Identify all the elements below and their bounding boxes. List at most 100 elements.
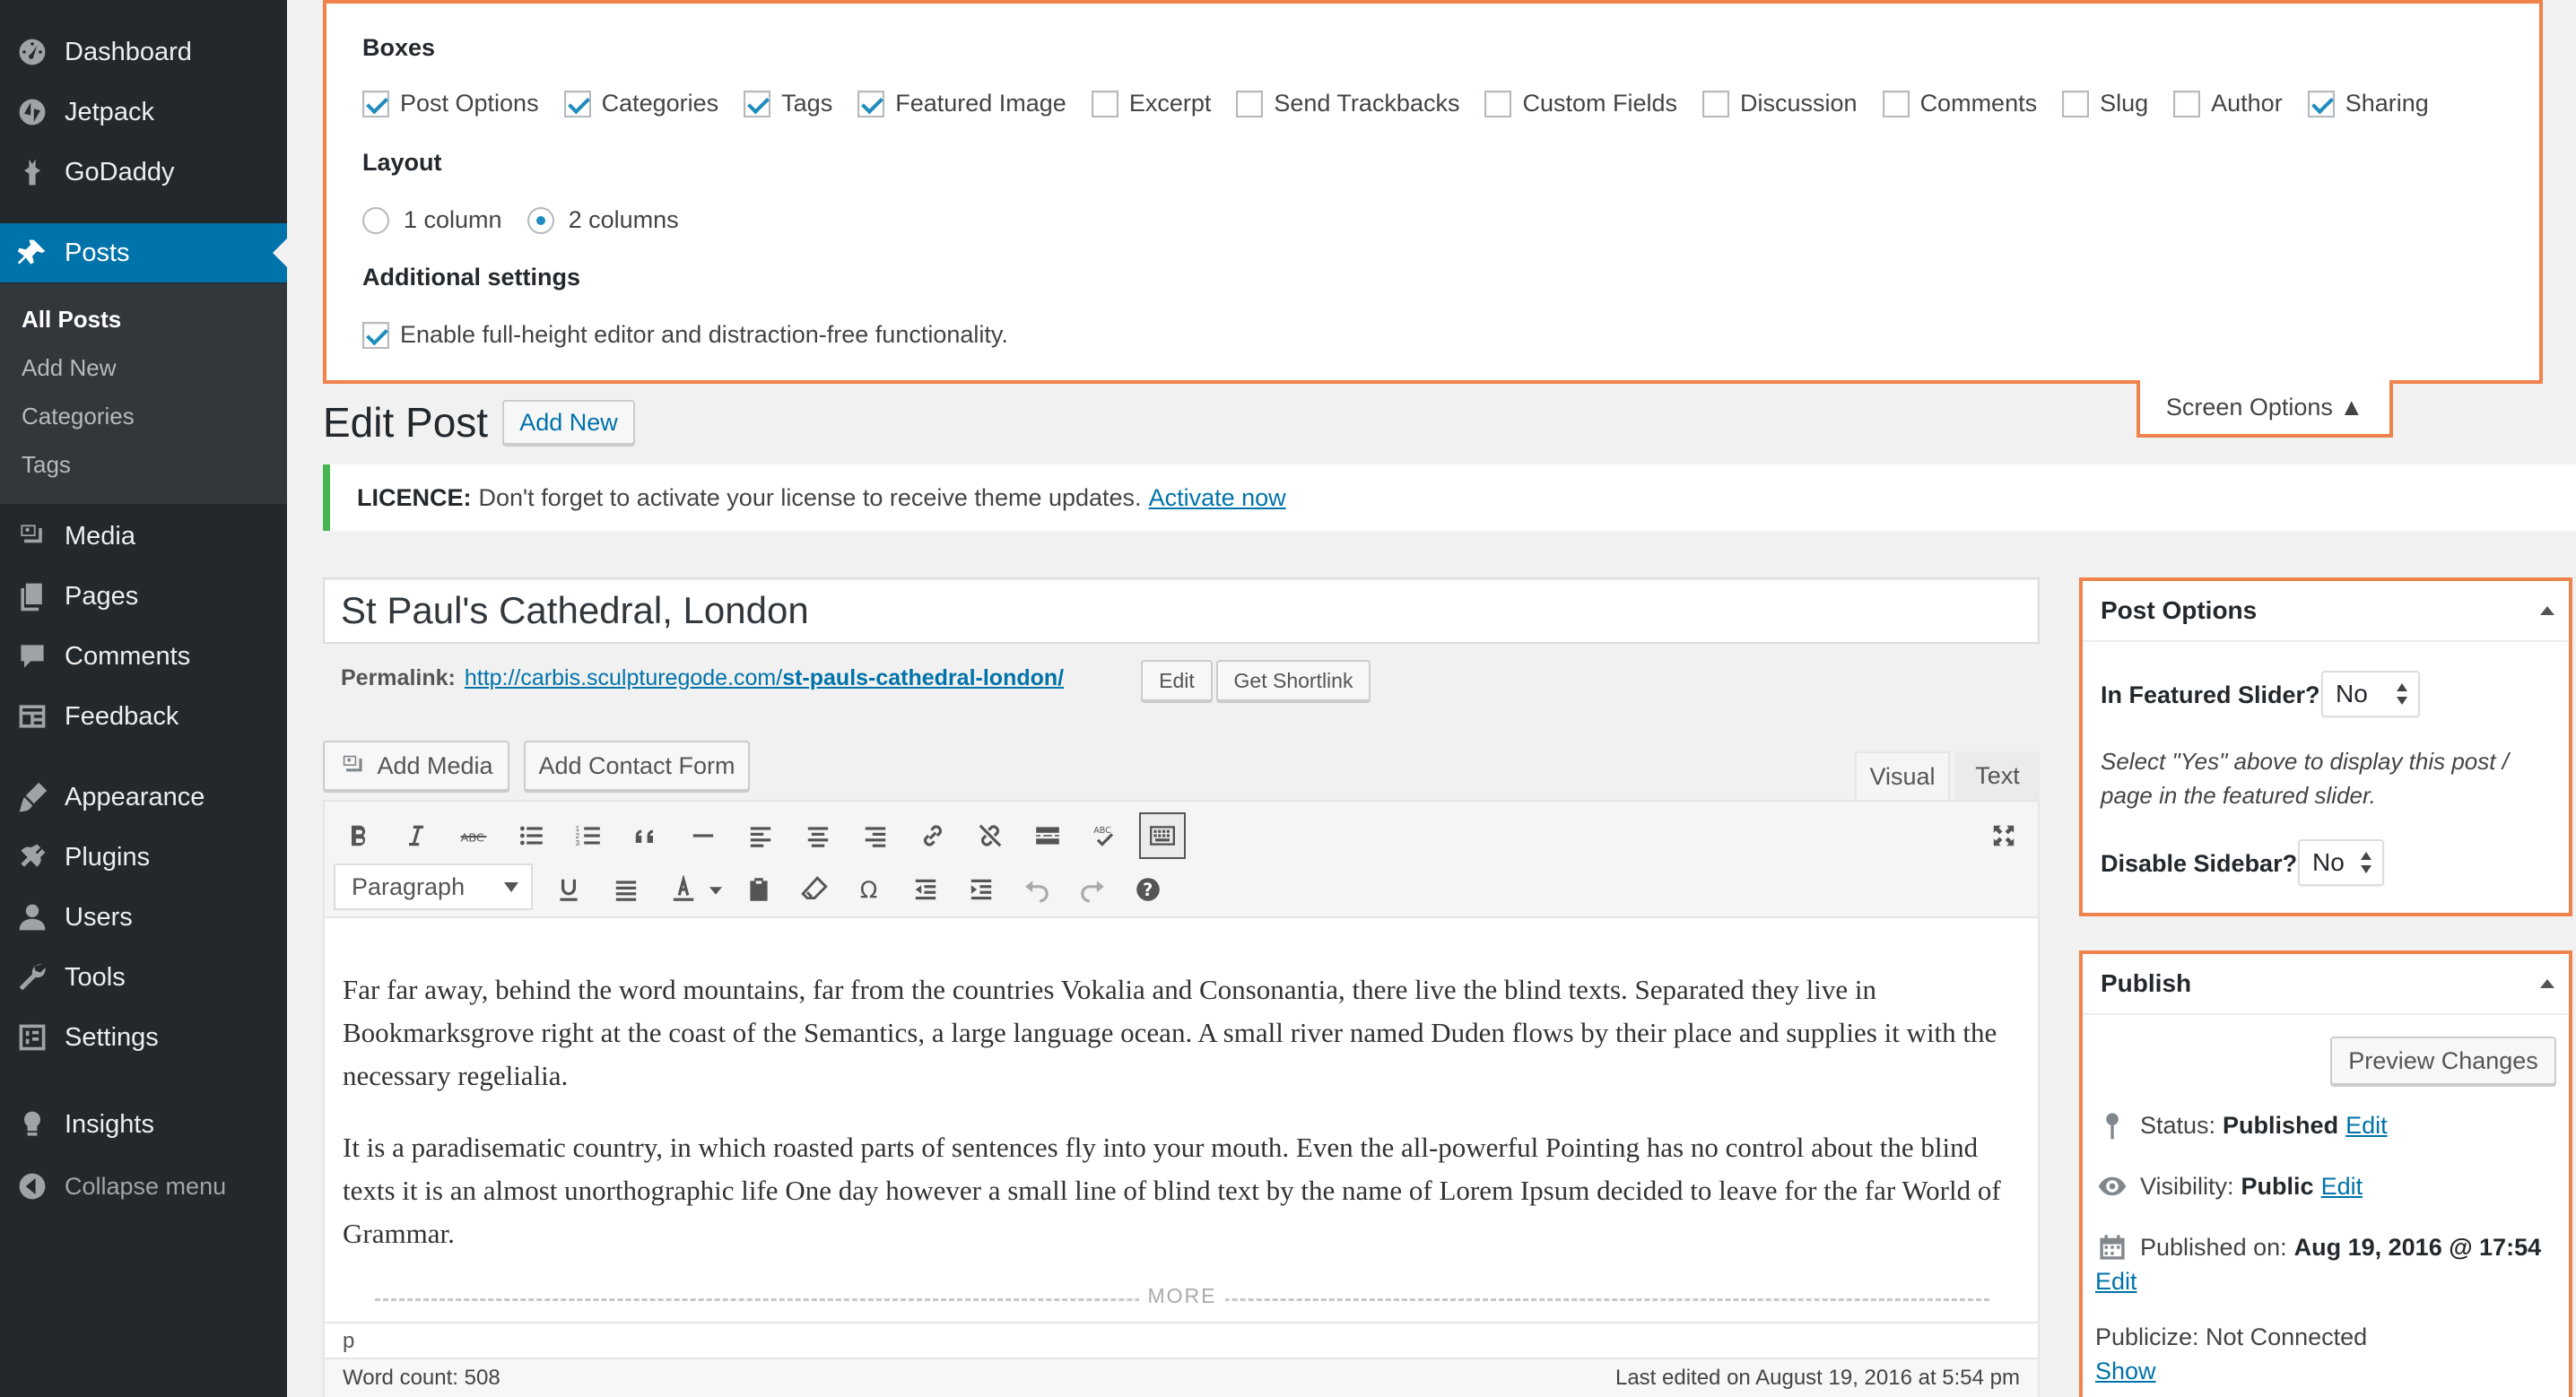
post-options-header[interactable]: Post Options <box>2083 581 2569 642</box>
featured-slider-select[interactable]: No <box>2321 671 2420 717</box>
undo-button[interactable] <box>1014 866 1060 913</box>
menu-item-posts[interactable]: Posts <box>0 223 287 282</box>
checkbox[interactable] <box>2062 90 2090 117</box>
checkbox[interactable] <box>563 90 591 117</box>
menu-item-feedback[interactable]: Feedback <box>0 687 287 746</box>
checkbox-post-options[interactable]: Post Options <box>362 90 539 117</box>
disable-sidebar-select[interactable]: No <box>2298 839 2384 886</box>
outdent-button[interactable] <box>902 866 949 913</box>
redo-button[interactable] <box>1069 866 1116 913</box>
text-color-dropdown[interactable] <box>703 866 728 913</box>
add-new-button[interactable]: Add New <box>502 400 635 445</box>
checkbox-comments[interactable]: Comments <box>1882 90 2037 117</box>
checkbox[interactable] <box>744 90 771 117</box>
checkbox-full-height-editor[interactable]: Enable full-height editor and distractio… <box>362 321 1008 349</box>
toolbar-toggle-button[interactable] <box>1139 812 1186 859</box>
radio-1-column[interactable]: 1 column <box>362 206 502 234</box>
menu-item-media[interactable]: Media <box>0 507 287 566</box>
checkbox-author[interactable]: Author <box>2173 90 2283 117</box>
menu-item-comments[interactable]: Comments <box>0 627 287 686</box>
keyboard-shortcuts-button[interactable]: ? <box>1125 866 1171 913</box>
checkbox-slug[interactable]: Slug <box>2062 90 2148 117</box>
bold-button[interactable] <box>335 812 382 859</box>
show-publicize-link[interactable]: Show <box>2095 1358 2156 1385</box>
checkbox[interactable] <box>1882 90 1910 117</box>
edit-visibility-link[interactable]: Edit <box>2321 1173 2363 1201</box>
edit-permalink-button[interactable]: Edit <box>1141 660 1213 701</box>
content-paragraph-2[interactable]: It is a paradisematic country, in which … <box>343 1126 2020 1255</box>
checkbox-categories[interactable]: Categories <box>563 90 718 117</box>
checkbox-tags[interactable]: Tags <box>744 90 832 117</box>
menu-item-plugins[interactable]: Plugins <box>0 828 287 887</box>
align-left-button[interactable] <box>737 812 784 859</box>
checkbox[interactable] <box>1091 90 1118 117</box>
checkbox[interactable] <box>362 90 389 117</box>
content-paragraph-1[interactable]: Far far away, behind the word mountains,… <box>343 968 2020 1098</box>
justify-button[interactable] <box>603 866 649 913</box>
toggle-arrow-icon[interactable] <box>2540 979 2554 988</box>
italic-button[interactable] <box>393 812 439 859</box>
checkbox-send-trackbacks[interactable]: Send Trackbacks <box>1236 90 1459 117</box>
submenu-all-posts[interactable]: All Posts <box>22 306 121 334</box>
remove-link-button[interactable] <box>967 812 1014 859</box>
radio-button[interactable] <box>527 206 554 234</box>
underline-button[interactable] <box>545 866 592 913</box>
checkbox[interactable] <box>362 321 389 349</box>
checkbox[interactable] <box>2173 90 2201 117</box>
read-more-button[interactable] <box>1024 812 1071 859</box>
paragraph-format-select[interactable]: Paragraph <box>334 863 533 910</box>
numbered-list-button[interactable]: 123 <box>565 812 612 859</box>
text-color-button[interactable] <box>660 866 707 913</box>
align-right-button[interactable] <box>852 812 899 859</box>
checkbox[interactable] <box>1702 90 1730 117</box>
publish-header[interactable]: Publish <box>2083 954 2569 1015</box>
menu-item-tools[interactable]: Tools <box>0 948 287 1007</box>
paste-as-text-button[interactable] <box>735 866 782 913</box>
checkbox[interactable] <box>2307 90 2335 117</box>
checkbox-sharing[interactable]: Sharing <box>2307 90 2429 117</box>
add-media-button[interactable]: Add Media <box>323 741 509 791</box>
spellcheck-button[interactable]: ABC <box>1082 812 1128 859</box>
indent-button[interactable] <box>958 866 1005 913</box>
bullet-list-button[interactable] <box>508 812 554 859</box>
post-title-input[interactable]: St Paul's Cathedral, London <box>323 577 2040 644</box>
menu-item-users[interactable]: Users <box>0 888 287 947</box>
radio-button[interactable] <box>362 206 389 234</box>
menu-item-insights[interactable]: Insights <box>0 1095 287 1154</box>
menu-item-settings[interactable]: Settings <box>0 1008 287 1067</box>
menu-item-pages[interactable]: Pages <box>0 567 287 626</box>
preview-changes-button[interactable]: Preview Changes <box>2330 1037 2556 1085</box>
menu-item-appearance[interactable]: Appearance <box>0 768 287 827</box>
get-shortlink-button[interactable]: Get Shortlink <box>1216 660 1371 701</box>
permalink-link[interactable]: http://carbis.sculpturegode.com/st-pauls… <box>465 665 1064 691</box>
checkbox-custom-fields[interactable]: Custom Fields <box>1484 90 1677 117</box>
edit-status-link[interactable]: Edit <box>2345 1112 2388 1140</box>
checkbox-featured-image[interactable]: Featured Image <box>857 90 1066 117</box>
special-character-button[interactable]: Ω <box>847 866 893 913</box>
checkbox[interactable] <box>857 90 885 117</box>
fullscreen-button[interactable] <box>1980 812 2027 859</box>
horizontal-line-button[interactable] <box>680 812 727 859</box>
radio-2-columns[interactable]: 2 columns <box>527 206 679 234</box>
submenu-tags[interactable]: Tags <box>22 451 71 479</box>
align-center-button[interactable] <box>795 812 841 859</box>
submenu-categories[interactable]: Categories <box>22 403 135 430</box>
checkbox-excerpt[interactable]: Excerpt <box>1091 90 1211 117</box>
checkbox-discussion[interactable]: Discussion <box>1702 90 1858 117</box>
checkbox[interactable] <box>1236 90 1264 117</box>
checkbox[interactable] <box>1484 90 1512 117</box>
menu-item-godaddy[interactable]: GoDaddy <box>0 143 287 202</box>
menu-item-jetpack[interactable]: Jetpack <box>0 82 287 142</box>
submenu-add-new[interactable]: Add New <box>22 354 117 382</box>
collapse-menu-button[interactable]: Collapse menu <box>0 1157 287 1216</box>
strikethrough-button[interactable]: ABC <box>450 812 497 859</box>
clear-formatting-button[interactable] <box>791 866 838 913</box>
tab-text[interactable]: Text <box>1955 751 2040 800</box>
tab-visual[interactable]: Visual <box>1855 751 1950 800</box>
blockquote-button[interactable] <box>622 812 669 859</box>
add-contact-form-button[interactable]: Add Contact Form <box>524 741 750 791</box>
edit-date-link[interactable]: Edit <box>2095 1268 2137 1296</box>
toggle-arrow-icon[interactable] <box>2540 606 2554 615</box>
insert-link-button[interactable] <box>909 812 956 859</box>
menu-item-dashboard[interactable]: Dashboard <box>0 22 287 82</box>
